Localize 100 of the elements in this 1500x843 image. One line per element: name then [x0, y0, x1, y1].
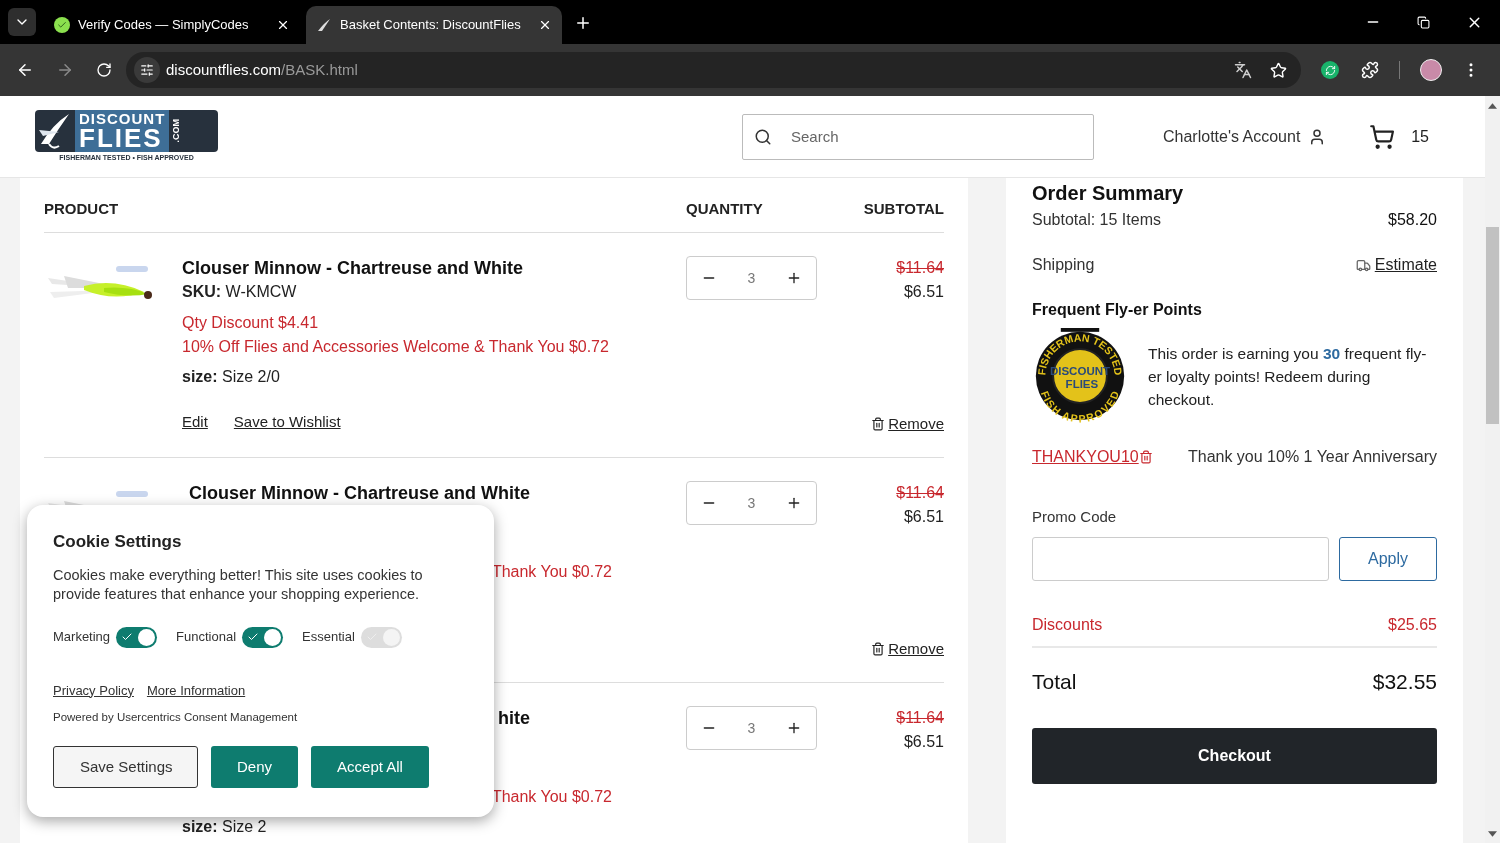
bookmark-star-icon[interactable]	[1270, 61, 1287, 79]
logo-text: FLIES	[79, 126, 163, 151]
item-action-link[interactable]: Edit	[182, 410, 208, 434]
item-action-link[interactable]: Save to Wishlist	[233, 410, 341, 434]
total-label: Total	[1032, 668, 1077, 695]
search-icon	[754, 127, 772, 146]
logo-text: .COM	[169, 119, 182, 143]
plus-icon[interactable]	[786, 270, 802, 286]
reload-icon[interactable]	[96, 62, 112, 78]
site-info-button[interactable]	[134, 57, 160, 83]
column-header: SUBTOTAL	[862, 198, 944, 219]
sale-price: $6.51	[903, 732, 944, 752]
powered-by-text: Powered by Usercentrics Consent Management	[53, 710, 299, 725]
toggle-switch[interactable]	[242, 626, 284, 648]
discount-text: Qty Discount $4.41	[182, 313, 319, 333]
close-icon[interactable]	[538, 18, 552, 32]
tab-search-button[interactable]	[8, 8, 36, 36]
dialog-button[interactable]: Save Settings	[53, 746, 198, 789]
url-text: discountflies.com/BASK.html	[166, 59, 358, 80]
original-price: $11.64	[896, 708, 944, 728]
scrollbar-thumb[interactable]	[1486, 227, 1499, 424]
points-text: This order is earning you 30 frequent fly-er loyalty points! Redeem during checkout.	[1148, 343, 1428, 410]
apply-button[interactable]: Apply	[1339, 536, 1437, 581]
column-header: PRODUCT	[44, 198, 120, 219]
logo-text: DISCOUNT	[79, 111, 166, 127]
truck-icon	[1355, 257, 1371, 273]
column-header: QUANTITY	[686, 198, 764, 219]
discount-text: Thank You $0.72	[491, 562, 612, 582]
checkout-button[interactable]: Checkout	[1032, 728, 1437, 784]
browser-tab[interactable]: Basket Contents: DiscountFlies	[306, 6, 562, 44]
check-icon	[365, 631, 378, 643]
extensions-icon[interactable]	[1361, 61, 1379, 79]
toggle-knob	[138, 628, 156, 646]
coupon-description: Thank you 10% 1 Year Anniversary	[1187, 447, 1437, 467]
profile-avatar[interactable]	[1420, 59, 1442, 81]
scroll-up-icon[interactable]	[1488, 103, 1497, 109]
check-icon	[247, 631, 260, 643]
toggle-label: Marketing	[53, 628, 111, 647]
promo-code-field[interactable]	[1032, 536, 1329, 581]
address-bar[interactable]: discountflies.com/BASK.html	[126, 52, 1301, 88]
product-title: Clouser Minnow - Chartreuse and White	[182, 256, 524, 280]
discount-text: 10% Off Flies and Accessories Welcome & Thank You $0.72	[182, 337, 609, 357]
promo-label: Promo Code	[1032, 507, 1118, 527]
toggle-label: Essential	[302, 628, 355, 647]
toggle-switch[interactable]	[116, 626, 158, 648]
restore-icon[interactable]	[1417, 15, 1430, 29]
new-tab-icon[interactable]	[574, 14, 592, 32]
quantity-value: 3	[747, 268, 756, 288]
translate-icon[interactable]	[1234, 61, 1252, 79]
summary-label: Shipping	[1032, 255, 1095, 275]
product-sku: SKU: W-KMCW	[182, 282, 297, 302]
close-icon[interactable]	[276, 18, 290, 32]
remove-link[interactable]: Remove	[871, 637, 944, 660]
summary-value: $58.20	[1388, 210, 1437, 230]
coupon-code-link[interactable]: THANKYOU10	[1032, 445, 1153, 469]
plus-icon[interactable]	[786, 495, 802, 511]
dialog-button[interactable]: Accept All	[311, 746, 429, 789]
toggle-knob	[264, 628, 282, 646]
plus-icon[interactable]	[786, 720, 802, 736]
original-price: $11.64	[896, 483, 944, 503]
account-link[interactable]: Charlotte's Account	[1163, 124, 1327, 149]
product-title: hite	[498, 706, 530, 730]
scroll-down-icon[interactable]	[1488, 831, 1497, 837]
remove-link[interactable]: Remove	[871, 412, 944, 435]
summary-title: Order Summary	[1032, 181, 1185, 205]
discounts-label: Discounts	[1032, 614, 1103, 635]
back-icon[interactable]	[16, 61, 34, 79]
quantity-value: 3	[747, 718, 756, 738]
discount-text: Thank You $0.72	[491, 787, 612, 807]
estimate-link[interactable]: Estimate	[1355, 253, 1437, 277]
discounts-value: $25.65	[1388, 614, 1437, 635]
favicon-icon	[54, 17, 70, 33]
search-field[interactable]: Search	[742, 113, 1094, 160]
extension-icon[interactable]	[1321, 61, 1339, 79]
dialog-button[interactable]: Deny	[211, 746, 299, 789]
scrollbar[interactable]	[1485, 96, 1500, 843]
trash-icon	[871, 416, 886, 431]
sale-price: $6.51	[903, 282, 944, 302]
check-icon	[121, 631, 134, 643]
forward-icon[interactable]	[56, 61, 74, 79]
tab-title: Verify Codes — SimplyCodes	[78, 16, 250, 35]
quantity-value: 3	[747, 493, 756, 513]
cart-count: 15	[1411, 126, 1429, 147]
product-size: size: Size 2	[182, 817, 267, 837]
product-title: Clouser Minnow - Chartreuse and White	[188, 481, 530, 505]
site-info-icon	[140, 63, 154, 77]
toggle-knob	[382, 628, 400, 646]
trash-icon	[1138, 450, 1153, 464]
points-title: Frequent Fly-er Points	[1032, 300, 1203, 320]
dialog-link[interactable]: Privacy Policy	[53, 680, 134, 700]
sale-price: $6.51	[903, 507, 944, 527]
dialog-text: Cookies make everything better! This site uses cookies to provide features that enhance your shopping experience.	[53, 565, 424, 604]
dialog-title: Cookie Settings	[53, 531, 183, 553]
product-size: size: Size 2/0	[182, 367, 280, 387]
fly-favicon-icon	[316, 17, 332, 33]
trash-icon	[871, 641, 886, 656]
original-price: $11.64	[896, 258, 944, 278]
total-value: $32.55	[1372, 668, 1437, 695]
dialog-link[interactable]: More Information	[146, 680, 246, 700]
summary-label: Subtotal: 15 Items	[1032, 210, 1161, 230]
